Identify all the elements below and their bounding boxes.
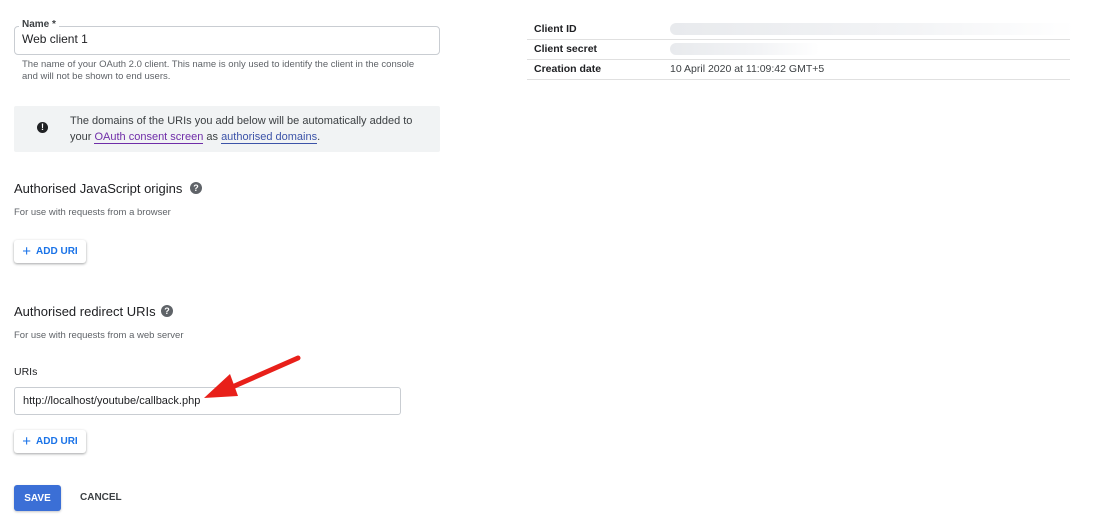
- client-secret-key: Client secret: [534, 43, 598, 55]
- client-secret-row: Client secret: [527, 40, 1070, 60]
- uris-label: URIs: [14, 366, 38, 378]
- client-secret-redacted: [670, 43, 820, 55]
- info-text-middle: as: [206, 131, 218, 143]
- client-id-key: Client ID: [534, 23, 577, 35]
- plus-icon: +: [22, 432, 32, 450]
- js-origins-help-icon[interactable]: ?: [190, 182, 202, 194]
- name-field-label: Name *: [19, 19, 59, 30]
- save-button[interactable]: SAVE: [14, 485, 61, 511]
- redirect-uris-help-icon[interactable]: ?: [161, 305, 173, 317]
- client-id-redacted: [670, 23, 1075, 35]
- oauth-consent-screen-link[interactable]: OAuth consent screen: [94, 131, 204, 144]
- add-uri-label: ADD URI: [36, 436, 78, 447]
- client-id-row: Client ID: [527, 20, 1075, 40]
- redirect-uris-title: Authorised redirect URIs: [14, 304, 156, 319]
- info-banner-text: The domains of the URIs you add below wi…: [70, 113, 420, 145]
- add-uri-label: ADD URI: [36, 246, 78, 257]
- add-js-origin-uri-button[interactable]: + ADD URI: [14, 240, 86, 263]
- js-origins-subtitle: For use with requests from a browser: [14, 207, 171, 218]
- creation-date-value: 10 April 2020 at 11:09:42 GMT+5: [670, 63, 825, 75]
- authorised-domains-link[interactable]: authorised domains: [221, 131, 318, 144]
- name-helper-text: The name of your OAuth 2.0 client. This …: [22, 59, 415, 82]
- cancel-button[interactable]: CANCEL: [80, 492, 122, 503]
- creation-date-row: Creation date 10 April 2020 at 11:09:42 …: [527, 60, 1070, 80]
- creation-date-key: Creation date: [534, 63, 602, 75]
- info-icon: !: [37, 122, 48, 133]
- js-origins-title: Authorised JavaScript origins: [14, 181, 183, 196]
- redirect-uris-subtitle: For use with requests from a web server: [14, 330, 184, 341]
- name-field-value[interactable]: Web client 1: [22, 32, 88, 46]
- client-details-table: Client ID Client secret Creation date 10…: [527, 20, 1075, 80]
- add-redirect-uri-button[interactable]: + ADD URI: [14, 430, 86, 453]
- plus-icon: +: [22, 242, 32, 260]
- info-text-end: .: [317, 131, 321, 143]
- annotation-arrow-icon: [204, 355, 301, 398]
